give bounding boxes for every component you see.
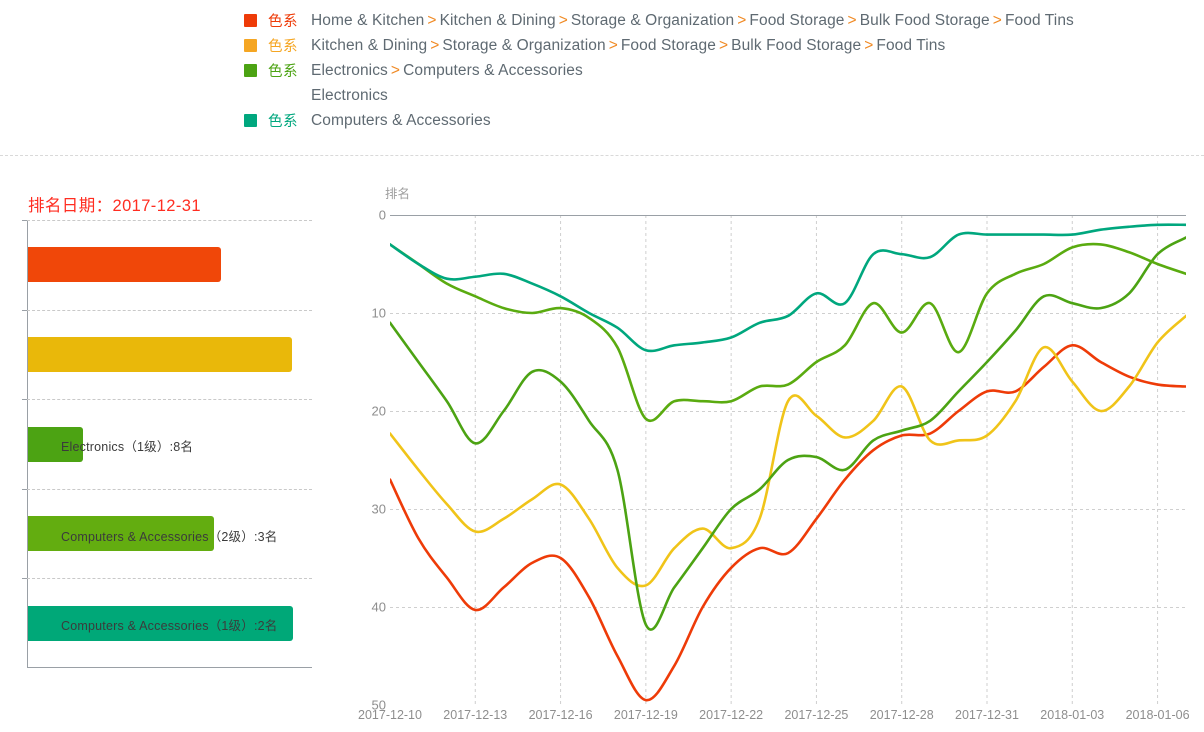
breadcrumb-segment: Storage & Organization xyxy=(442,36,606,54)
legend-item[interactable]: 色系 Computers & Accessories xyxy=(0,108,1204,133)
ranking-bar-panel: 排名日期：2017-12-31 Electronics（1级）:8名 Comput… xyxy=(0,170,352,730)
line-x-tick-labels: 2017-12-10 2017-12-13 2017-12-16 2017-12-19… xyxy=(358,708,1190,732)
legend-category-path: Home & Kitchen > Kitchen & Dining > Storage … xyxy=(311,12,1074,30)
y-tick-label: 40 xyxy=(371,599,386,615)
line-series-path[interactable] xyxy=(390,314,1186,588)
bar-axis-tick xyxy=(22,489,27,490)
bar-value-label: Electronics（1级）:8名 xyxy=(61,440,194,454)
breadcrumb-segment: Kitchen & Dining xyxy=(311,36,428,54)
bar-grid-line xyxy=(27,578,312,579)
breadcrumb-separator: > xyxy=(427,11,437,29)
bar-x-axis-line xyxy=(27,667,312,668)
bar-grid-line xyxy=(27,489,312,490)
breadcrumb-segment: Food Tins xyxy=(1004,11,1074,29)
legend-category-path: Computers & Accessories xyxy=(311,112,491,130)
x-tick-label: 2017-12-25 xyxy=(784,708,849,722)
bar-value-label: Computers & Accessories（1级）:2名 xyxy=(61,619,278,634)
breadcrumb-separator: > xyxy=(864,36,874,54)
breadcrumb-separator: > xyxy=(558,11,568,29)
bar-axis-tick xyxy=(22,220,27,221)
y-tick-label: 20 xyxy=(371,403,386,419)
line-series-path[interactable] xyxy=(390,223,1186,353)
bar-item[interactable] xyxy=(28,247,221,283)
legend-category-path: Electronics xyxy=(311,87,388,105)
breadcrumb-segment: Bulk Food Storage xyxy=(731,36,862,54)
breadcrumb-segment: Bulk Food Storage xyxy=(859,11,990,29)
y-tick-label: 30 xyxy=(371,501,386,517)
breadcrumb-separator: > xyxy=(430,36,440,54)
legend-category-path: Kitchen & Dining > Storage & Organization >… xyxy=(311,37,945,55)
x-tick-label: 2017-12-22 xyxy=(699,708,764,722)
legend-series-tag: 色系 xyxy=(268,114,298,130)
bar-axis-tick xyxy=(22,310,27,311)
breadcrumb-segment: Kitchen & Dining xyxy=(439,11,556,29)
legend-category-path: Electronics > Computers & Accessories xyxy=(311,62,583,80)
legend-color-swatch-icon xyxy=(244,14,257,27)
bar-grid-line xyxy=(27,399,312,400)
legend-series-tag: 色系 xyxy=(268,39,298,55)
breadcrumb-separator: > xyxy=(390,61,401,79)
y-tick-label: 0 xyxy=(378,207,386,223)
bar-panel-title: 排名日期：2017-12-31 xyxy=(28,197,201,215)
bar-grid-line xyxy=(27,220,312,221)
breadcrumb-segment: Food Storage xyxy=(749,11,845,29)
ranking-trend-panel: 排名 0 10 20 30 40 50 2017-12-10 2017-12-13 2017-… xyxy=(352,170,1204,732)
x-tick-label: 2017-12-16 xyxy=(528,708,593,722)
x-tick-label: 2017-12-13 xyxy=(443,708,508,722)
bar-axis-tick xyxy=(22,399,27,400)
bar-value-label: Computers & Accessories（2级）:3名 xyxy=(61,529,278,544)
legend-color-swatch-icon xyxy=(244,114,257,127)
breadcrumb-separator: > xyxy=(608,36,618,54)
breadcrumb-segment: Electronics xyxy=(311,86,388,104)
legend-color-swatch-icon xyxy=(244,64,257,77)
bar-axis-tick xyxy=(22,578,27,579)
x-tick-label: 2018-01-03 xyxy=(1040,708,1105,722)
legend-item[interactable]: 色系 Kitchen & Dining > Storage & Organizatio… xyxy=(0,33,1204,58)
line-series-path[interactable] xyxy=(390,236,1186,631)
y-tick-label: 10 xyxy=(371,305,386,321)
line-y-axis-name: 排名 xyxy=(385,187,411,201)
x-tick-label: 2017-12-19 xyxy=(613,708,678,722)
breadcrumb-segment: Home & Kitchen xyxy=(311,11,425,29)
line-plot-area xyxy=(390,215,1186,705)
legend-color-swatch-icon xyxy=(244,39,257,52)
legend-color-swatch-icon xyxy=(244,89,257,102)
breadcrumb-segment: Food Tins xyxy=(876,36,946,54)
legend-series-tag: 色系 xyxy=(268,14,298,30)
breadcrumb-separator: > xyxy=(992,11,1002,29)
x-tick-label: 2017-12-10 xyxy=(358,708,422,722)
breadcrumb-segment: Food Storage xyxy=(620,36,716,54)
legend-series-tag: 色系 xyxy=(268,64,298,80)
x-tick-label: 2018-01-06 xyxy=(1125,708,1190,722)
line-y-tick-labels: 0 10 20 30 40 50 xyxy=(352,208,386,713)
breadcrumb-segment: Storage & Organization xyxy=(570,11,735,29)
line-series-path[interactable] xyxy=(390,344,1186,702)
breadcrumb-segment: Computers & Accessories xyxy=(311,111,491,129)
chart-legend: 色系 Home & Kitchen > Kitchen & Dining > Storag… xyxy=(0,0,1204,133)
bar-grid-line xyxy=(27,310,312,311)
bar-item[interactable] xyxy=(28,336,292,372)
breadcrumb-separator: > xyxy=(847,11,857,29)
breadcrumb-separator: > xyxy=(737,11,747,29)
section-divider xyxy=(0,155,1204,156)
line-chart-svg xyxy=(390,215,1186,705)
x-tick-label: 2017-12-31 xyxy=(955,708,1019,722)
x-tick-label: 2017-12-28 xyxy=(869,708,934,722)
breadcrumb-segment: Electronics xyxy=(311,61,388,79)
bar-plot-area: Electronics（1级）:8名 Computers & Accessorie… xyxy=(22,220,312,668)
breadcrumb-segment: Computers & Accessories xyxy=(403,61,583,79)
breadcrumb-separator: > xyxy=(718,36,729,54)
legend-item[interactable]: 色系 Home & Kitchen > Kitchen & Dining > Storag… xyxy=(0,8,1204,33)
line-series-path[interactable] xyxy=(390,242,1186,423)
legend-item[interactable]: 色系Electronics xyxy=(0,83,1204,108)
legend-item[interactable]: 色系 Electronics > Computers & Accessories xyxy=(0,58,1204,83)
